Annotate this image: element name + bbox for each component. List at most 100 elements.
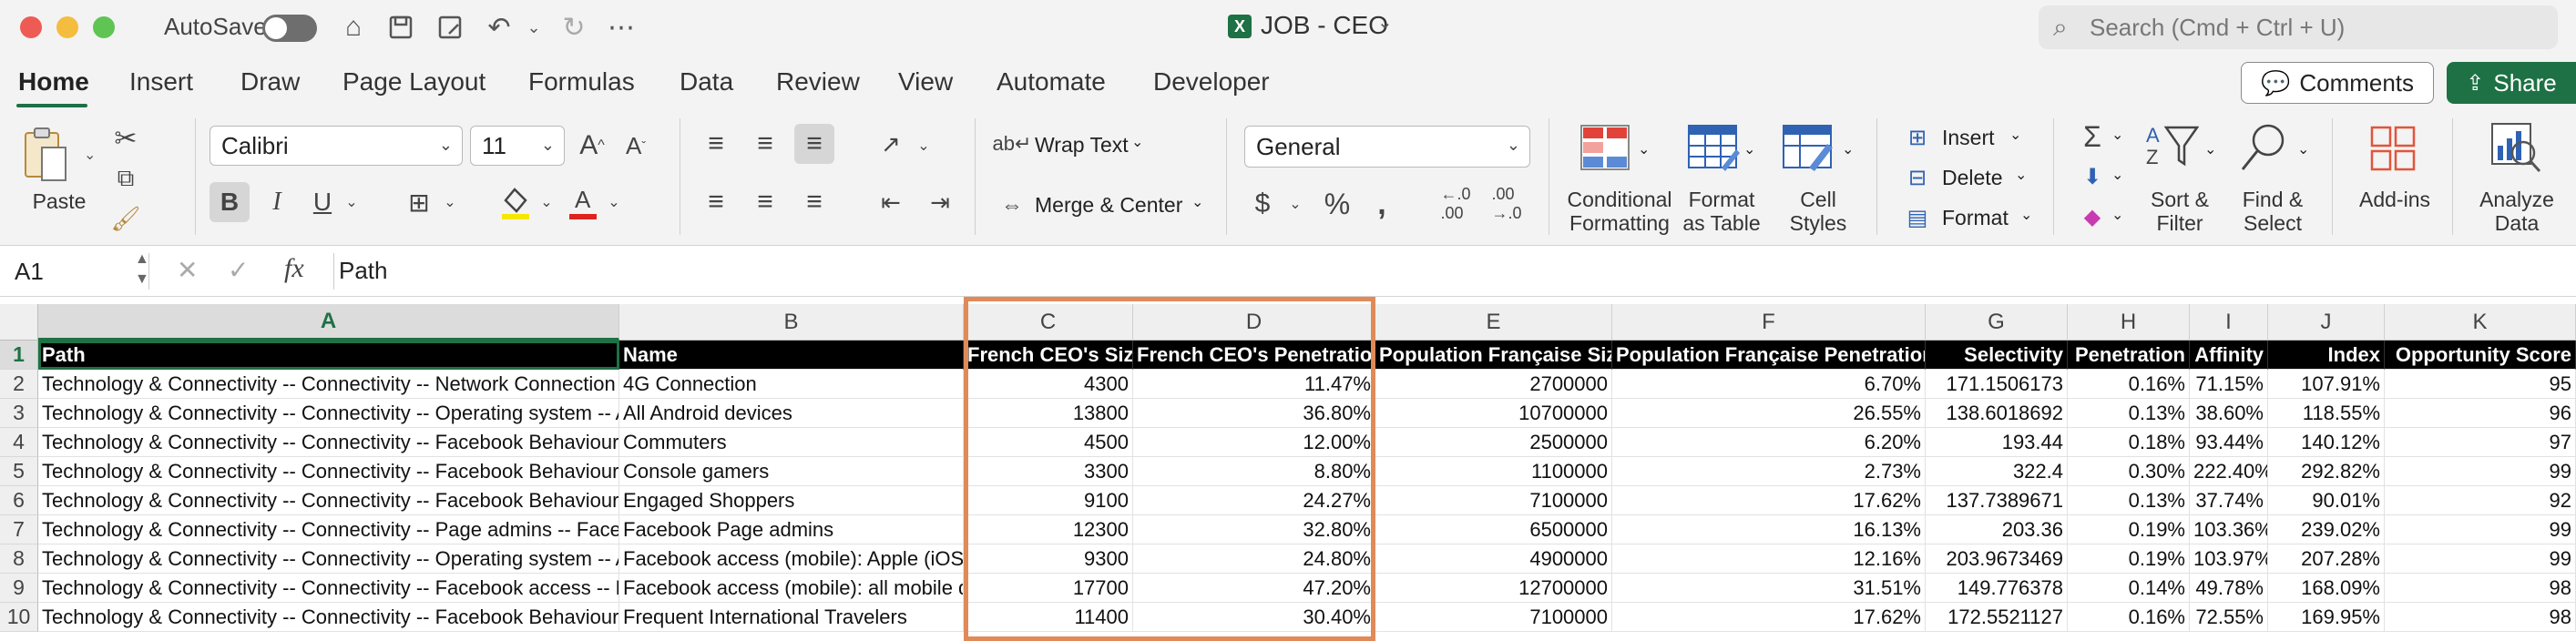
table-cell[interactable]: 9100 <box>964 486 1133 515</box>
underline-button[interactable]: U <box>304 182 341 222</box>
merge-center-button[interactable]: Merge & Center <box>1035 193 1182 218</box>
cell-styles-dropdown-icon[interactable]: ⌄ <box>1842 140 1854 158</box>
table-cell[interactable]: Console gamers <box>619 457 964 486</box>
undo-icon[interactable]: ↶ <box>481 9 517 46</box>
tab-developer[interactable]: Developer <box>1153 67 1270 97</box>
analyze-data-icon[interactable] <box>2489 120 2543 175</box>
table-cell[interactable]: 97 <box>2385 428 2576 457</box>
table-cell[interactable]: 3300 <box>964 457 1133 486</box>
tab-insert[interactable]: Insert <box>129 67 193 97</box>
table-cell[interactable]: 11.47% <box>1133 370 1375 399</box>
conditional-formatting-icon[interactable] <box>1579 124 1630 171</box>
font-size-select[interactable]: 11 ⌄ <box>470 126 565 166</box>
table-cell[interactable]: Technology & Connectivity -- Connectivit… <box>38 574 619 603</box>
table-cell[interactable]: 36.80% <box>1133 399 1375 428</box>
align-middle-icon[interactable]: ≡ <box>745 124 785 164</box>
header-cell[interactable]: Population Française Penetration <box>1612 341 1926 370</box>
table-cell[interactable]: 0.14% <box>2068 574 2190 603</box>
tab-draw[interactable]: Draw <box>240 67 300 97</box>
conditional-formatting-label[interactable]: Conditional Formatting <box>1563 188 1676 235</box>
spreadsheet-grid[interactable]: A B C D E F G H I J K 1 2 3 4 5 6 7 8 9 10 Path Name French CEO… <box>0 297 2576 641</box>
table-cell[interactable]: 193.44 <box>1926 428 2068 457</box>
row-header-7[interactable]: 7 <box>0 515 38 544</box>
fill-color-dropdown-icon[interactable]: ⌄ <box>536 186 557 219</box>
table-cell[interactable]: 138.6018692 <box>1926 399 2068 428</box>
find-select-dropdown-icon[interactable]: ⌄ <box>2297 140 2309 158</box>
table-cell[interactable]: All Android devices <box>619 399 964 428</box>
table-cell[interactable]: 2500000 <box>1375 428 1612 457</box>
decrease-indent-icon[interactable]: ⇤ <box>871 182 911 222</box>
more-icon[interactable]: ⋯ <box>603 9 639 46</box>
align-center-icon[interactable]: ≡ <box>745 182 785 222</box>
decrease-decimal-icon[interactable]: .00 →.0 <box>1485 184 1528 224</box>
table-cell[interactable]: 169.95% <box>2268 603 2385 632</box>
table-cell[interactable]: 90.01% <box>2268 486 2385 515</box>
table-cell[interactable]: 6500000 <box>1375 515 1612 544</box>
share-button[interactable]: ⇪ Share <box>2447 62 2576 104</box>
chevron-down-icon[interactable]: ⌄ <box>1377 11 1393 34</box>
table-cell[interactable]: 103.36% <box>2190 515 2268 544</box>
table-cell[interactable]: 7100000 <box>1375 486 1612 515</box>
table-cell[interactable]: 0.16% <box>2068 603 2190 632</box>
table-cell[interactable]: Commuters <box>619 428 964 457</box>
header-cell[interactable]: French CEO's Size <box>964 341 1133 370</box>
table-cell[interactable]: 99 <box>2385 457 2576 486</box>
tab-formulas[interactable]: Formulas <box>528 67 635 97</box>
row-header-6[interactable]: 6 <box>0 486 38 515</box>
table-cell[interactable]: 10700000 <box>1375 399 1612 428</box>
active-cell[interactable]: Path <box>38 341 619 370</box>
table-cell[interactable]: 38.60% <box>2190 399 2268 428</box>
increase-decimal-icon[interactable]: ←.0.00 <box>1434 184 1477 224</box>
table-cell[interactable]: 11400 <box>964 603 1133 632</box>
table-cell[interactable]: Facebook Page admins <box>619 515 964 544</box>
table-cell[interactable]: 9300 <box>964 544 1133 574</box>
align-top-icon[interactable]: ≡ <box>696 124 736 164</box>
table-cell[interactable]: 172.5521127 <box>1926 603 2068 632</box>
format-dropdown-icon[interactable]: ⌄ <box>2020 206 2032 224</box>
table-cell[interactable]: 93.44% <box>2190 428 2268 457</box>
table-cell[interactable]: 26.55% <box>1612 399 1926 428</box>
table-cell[interactable]: 7100000 <box>1375 603 1612 632</box>
minimize-window-button[interactable] <box>56 16 78 38</box>
table-cell[interactable]: 99 <box>2385 544 2576 574</box>
search-input[interactable]: ⌕ Search (Cmd + Ctrl + U) <box>2039 5 2558 49</box>
table-cell[interactable]: 0.19% <box>2068 544 2190 574</box>
table-cell[interactable]: 0.18% <box>2068 428 2190 457</box>
header-cell[interactable]: Selectivity <box>1926 341 2068 370</box>
table-cell[interactable]: Technology & Connectivity -- Connectivit… <box>38 370 619 399</box>
confirm-edit-icon[interactable]: ✓ <box>228 255 249 285</box>
paste-label[interactable]: Paste <box>20 189 98 213</box>
table-cell[interactable]: 98 <box>2385 574 2576 603</box>
table-cell[interactable]: Technology & Connectivity -- Connectivit… <box>38 544 619 574</box>
delete-button[interactable]: Delete <box>1942 166 2002 190</box>
column-header-b[interactable]: B <box>619 304 964 341</box>
percent-button[interactable]: % <box>1317 184 1357 224</box>
table-cell[interactable]: 96 <box>2385 399 2576 428</box>
formula-input[interactable]: Path <box>339 257 388 285</box>
table-cell[interactable]: 12700000 <box>1375 574 1612 603</box>
table-cell[interactable]: Technology & Connectivity -- Connectivit… <box>38 399 619 428</box>
tab-data[interactable]: Data <box>680 67 733 97</box>
undo-dropdown-icon[interactable]: ⌄ <box>516 9 552 46</box>
comma-button[interactable]: , <box>1368 184 1395 224</box>
font-color-icon[interactable]: A <box>565 182 601 222</box>
align-bottom-icon[interactable]: ≡ <box>794 124 834 164</box>
table-cell[interactable]: 0.13% <box>2068 399 2190 428</box>
autosum-icon[interactable]: Σ <box>2077 120 2108 153</box>
bold-button[interactable]: B <box>210 182 250 222</box>
home-icon[interactable]: ⌂ <box>335 9 372 46</box>
conditional-formatting-dropdown-icon[interactable]: ⌄ <box>1638 140 1650 158</box>
increase-font-size-icon[interactable]: A ^ <box>574 127 610 164</box>
cut-icon[interactable]: ✂ <box>109 122 142 155</box>
cancel-edit-icon[interactable]: ✕ <box>177 255 198 285</box>
table-cell[interactable]: 13800 <box>964 399 1133 428</box>
format-painter-icon[interactable]: 🖌 <box>109 202 142 235</box>
tab-automate[interactable]: Automate <box>997 67 1106 97</box>
table-cell[interactable]: 140.12% <box>2268 428 2385 457</box>
table-cell[interactable]: Facebook access (mobile): Apple (iOS) <box>619 544 964 574</box>
italic-button[interactable]: I <box>259 182 295 222</box>
row-header-2[interactable]: 2 <box>0 370 38 399</box>
table-cell[interactable]: 12300 <box>964 515 1133 544</box>
table-cell[interactable]: 137.7389671 <box>1926 486 2068 515</box>
close-window-button[interactable] <box>20 16 42 38</box>
